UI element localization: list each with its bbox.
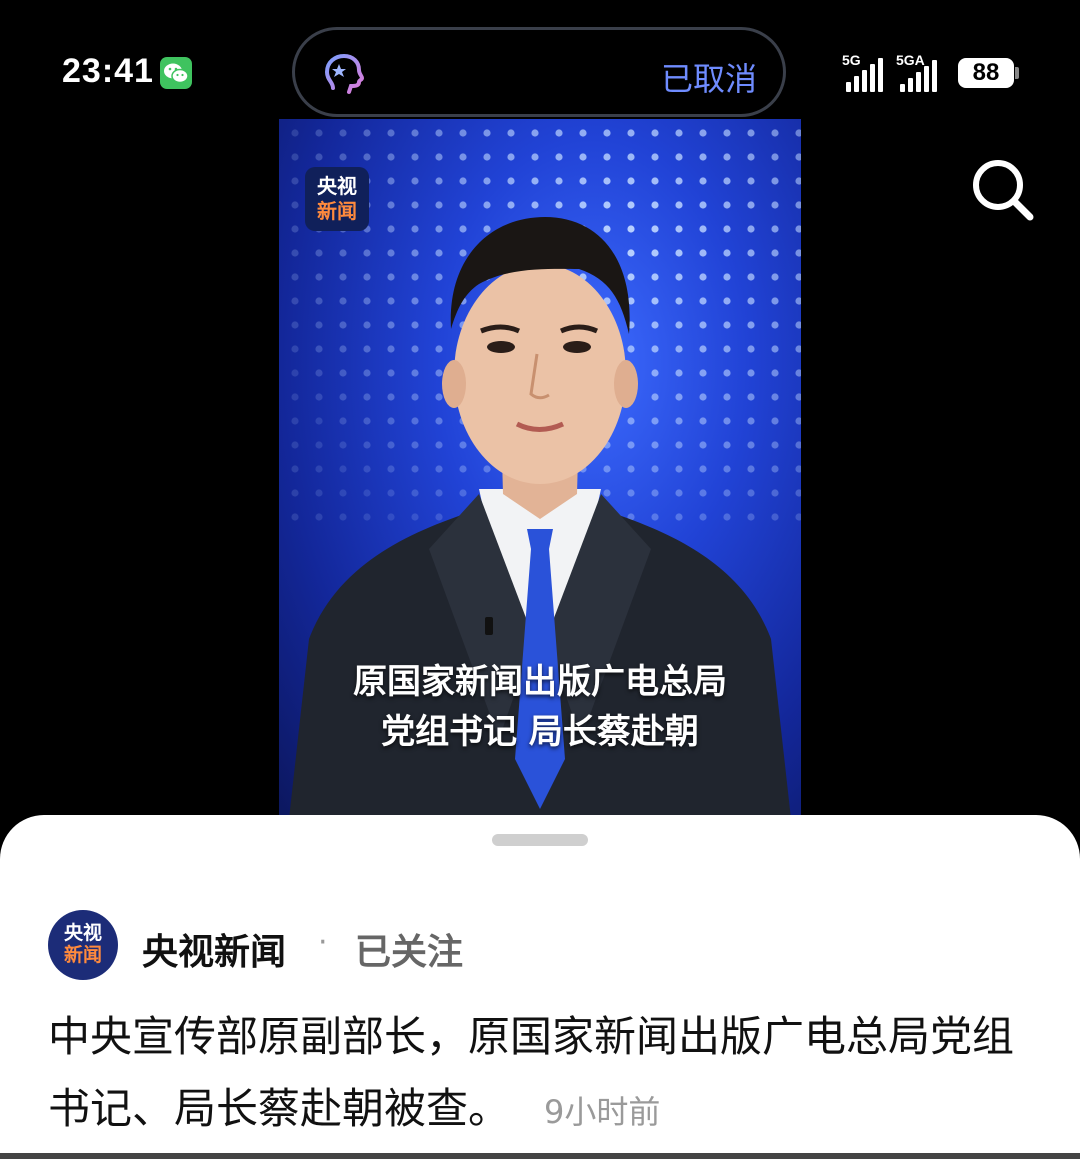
status-bar: 23:41 已取消 5G 5GA 88 [0, 0, 1080, 120]
island-status-text[interactable]: 已取消 [661, 54, 757, 100]
ai-assistant-icon [319, 48, 367, 100]
video-subtitle-line2: 党组书记 局长蔡赴朝 [381, 712, 699, 752]
avatar-line2: 新闻 [63, 944, 102, 966]
search-icon[interactable] [968, 155, 1038, 225]
battery-level: 88 [958, 58, 1014, 88]
wechat-icon [160, 57, 192, 89]
sheet-drag-handle[interactable] [492, 834, 588, 846]
post-text: 中央宣传部原副部长，原国家新闻出版广电总局党组书记、局长蔡赴朝被查。 9小时前 [48, 1001, 1038, 1148]
separator-dot: · [318, 925, 328, 960]
follow-status[interactable]: 已关注 [355, 923, 463, 975]
post-sheet[interactable]: 央视 新闻 央视新闻 · 已关注 中央宣传部原副部长，原国家新闻出版广电总局党组… [0, 815, 1080, 1159]
cctv-news-logo: 央视 新闻 [305, 167, 369, 231]
post-body: 中央宣传部原副部长，原国家新闻出版广电总局党组书记、局长蔡赴朝被查。 [48, 1012, 1015, 1133]
account-name[interactable]: 央视新闻 [142, 923, 286, 975]
logo-line1: 央视 [317, 174, 357, 198]
avatar[interactable]: 央视 新闻 [48, 910, 118, 980]
logo-line2: 新闻 [317, 199, 357, 223]
dynamic-island[interactable]: 已取消 [292, 27, 786, 117]
video-player[interactable]: 央视 新闻 原国家新闻出版广电总局 党组书记 局长蔡赴朝 [279, 119, 801, 819]
video-subtitle-line1: 原国家新闻出版广电总局 [353, 662, 727, 702]
battery-cap [1015, 67, 1019, 79]
clock: 23:41 [62, 52, 154, 90]
next-item-edge [0, 1153, 1080, 1159]
avatar-line1: 央视 [63, 922, 102, 944]
post-time: 9小时前 [544, 1093, 661, 1131]
